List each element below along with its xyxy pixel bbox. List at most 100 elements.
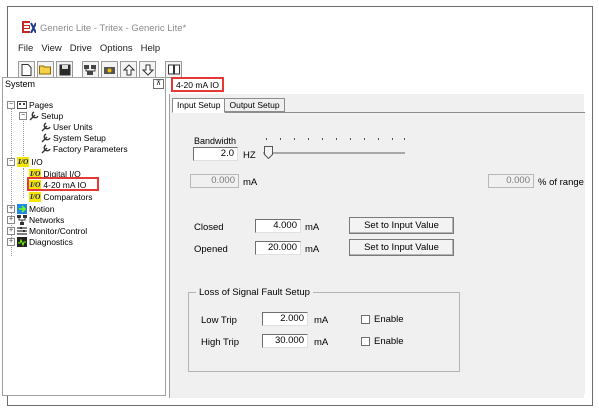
- percent-of-range-readout: 0.000: [488, 174, 534, 188]
- expand-toggle[interactable]: +: [7, 226, 15, 235]
- network-icon: [84, 64, 96, 75]
- low-trip-enable-checkbox[interactable]: [361, 315, 370, 324]
- opened-label: Opened: [194, 244, 228, 255]
- set-opened-to-input-button[interactable]: Set to Input Value: [349, 239, 454, 256]
- download-icon: [141, 64, 154, 76]
- low-trip-unit: mA: [314, 315, 329, 326]
- tree-item-diagnostics[interactable]: + Diagnostics: [7, 236, 73, 247]
- save-icon: [59, 64, 70, 75]
- tree-item-factory-parameters[interactable]: Factory Parameters: [41, 143, 128, 154]
- tree-label-io: I/O: [31, 156, 43, 167]
- low-trip-field[interactable]: 2.000: [262, 312, 308, 326]
- percent-of-range-unit: % of range: [538, 177, 584, 188]
- tab-input-setup[interactable]: Input Setup: [172, 98, 226, 113]
- high-trip-enable-checkbox[interactable]: [361, 337, 370, 346]
- document-tab-4-20ma-io[interactable]: 4-20 mA IO: [171, 77, 224, 92]
- motion-icon: [17, 203, 27, 214]
- menu-options[interactable]: Options: [100, 43, 133, 57]
- closed-unit: mA: [305, 222, 320, 233]
- setup-wrench-icon: [29, 110, 39, 120]
- open-folder-icon: [39, 65, 51, 75]
- slider-thumb[interactable]: [264, 146, 273, 159]
- high-trip-unit: mA: [314, 337, 329, 348]
- loss-of-signal-groupbox: [188, 292, 460, 372]
- collapse-toggle[interactable]: −: [19, 111, 27, 120]
- high-trip-label: High Trip: [201, 337, 240, 348]
- expand-toggle[interactable]: +: [7, 204, 15, 213]
- tree-label-motion: Motion: [29, 203, 55, 214]
- collapse-toggle[interactable]: −: [7, 157, 15, 166]
- menu-help[interactable]: Help: [141, 43, 161, 57]
- window-title: Generic Lite - Tritex - Generic Lite*: [40, 23, 187, 34]
- expand-toggle[interactable]: +: [7, 215, 15, 224]
- low-trip-enable-label: Enable: [374, 314, 404, 325]
- closed-label: Closed: [194, 222, 224, 233]
- monitor-control-icon: [17, 226, 27, 235]
- tree-label-system-setup: System Setup: [53, 132, 106, 143]
- collapse-pane-button[interactable]: ⊼: [153, 79, 164, 89]
- opened-unit: mA: [305, 244, 320, 255]
- current-input-readout: 0.000: [190, 174, 239, 188]
- upload-button[interactable]: [120, 61, 137, 78]
- download-button[interactable]: [139, 61, 156, 78]
- new-icon: [21, 63, 32, 76]
- high-trip-enable-label: Enable: [374, 336, 404, 347]
- slider-track[interactable]: [263, 152, 405, 154]
- new-button[interactable]: [18, 61, 35, 78]
- book-icon: [167, 64, 180, 75]
- expand-toggle[interactable]: +: [7, 237, 15, 246]
- tree-item-user-units[interactable]: User Units: [41, 121, 93, 132]
- tree-item-io[interactable]: − I/O I/O: [7, 156, 43, 167]
- tree-item-motion[interactable]: + Motion: [7, 203, 55, 214]
- io-icon: I/O: [29, 191, 42, 202]
- menu-file[interactable]: File: [18, 43, 33, 57]
- bandwidth-unit: HZ: [243, 150, 256, 161]
- app-logo-icon: [22, 21, 36, 33]
- opened-value-field[interactable]: 20.000: [255, 241, 301, 255]
- current-input-unit: mA: [243, 177, 258, 188]
- tree-item-networks[interactable]: + Networks: [7, 214, 64, 225]
- wrench-icon: [41, 143, 51, 153]
- io-icon: I/O: [17, 156, 30, 167]
- system-pane-title: System: [5, 79, 36, 89]
- save-button[interactable]: [56, 61, 73, 78]
- bandwidth-field[interactable]: 2.0: [193, 147, 238, 161]
- tree-label-setup: Setup: [41, 110, 64, 121]
- tree-label-diagnostics: Diagnostics: [29, 236, 73, 247]
- diagnostics-icon: [17, 236, 27, 247]
- tab-bar: Input Setup Output Setup: [172, 98, 285, 113]
- wrench-icon: [41, 132, 51, 142]
- closed-value-field[interactable]: 4.000: [255, 219, 301, 233]
- tree-item-setup[interactable]: − Setup: [19, 110, 63, 121]
- tree-item-system-setup[interactable]: System Setup: [41, 132, 106, 143]
- title-bar: Generic Lite - Tritex - Generic Lite*: [8, 7, 592, 41]
- low-trip-label: Low Trip: [201, 315, 237, 326]
- tree-item-comparators[interactable]: I/O Comparators: [29, 191, 93, 202]
- navigation-tree: − Pages − Setup User Units System Setup …: [2, 90, 166, 396]
- menu-bar: File View Drive Options Help: [18, 43, 160, 57]
- menu-drive[interactable]: Drive: [70, 43, 92, 57]
- tab-output-setup[interactable]: Output Setup: [224, 98, 285, 112]
- menu-view[interactable]: View: [41, 43, 61, 57]
- tree-label-monitor-control: Monitor/Control: [29, 225, 88, 236]
- system-pane-header: System ⊼: [2, 77, 166, 91]
- set-closed-to-input-button[interactable]: Set to Input Value: [349, 217, 454, 234]
- loss-of-signal-title: Loss of Signal Fault Setup: [196, 287, 313, 298]
- tree-label-pages: Pages: [29, 99, 54, 110]
- tree-label-factory-parameters: Factory Parameters: [53, 143, 128, 154]
- open-button[interactable]: [37, 61, 54, 78]
- drive-icon: [104, 66, 115, 74]
- network-button[interactable]: [82, 61, 99, 78]
- tree-item-monitor-control[interactable]: + Monitor/Control: [7, 225, 87, 236]
- networks-icon: [17, 214, 27, 225]
- collapse-toggle[interactable]: −: [7, 100, 15, 109]
- tree-item-pages[interactable]: − Pages: [7, 99, 53, 110]
- bandwidth-label: Bandwidth: [194, 136, 237, 146]
- drive-button[interactable]: [101, 61, 118, 78]
- high-trip-field[interactable]: 30.000: [262, 334, 308, 348]
- tree-label-user-units: User Units: [53, 121, 93, 132]
- book-button[interactable]: [165, 61, 182, 78]
- upload-icon: [122, 63, 135, 75]
- wrench-icon: [41, 121, 51, 131]
- selection-highlight: [27, 177, 99, 191]
